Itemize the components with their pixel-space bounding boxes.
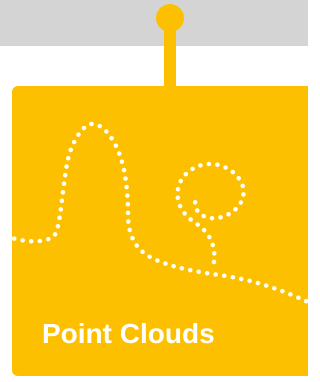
- point-clouds-card[interactable]: Point Clouds: [12, 86, 308, 376]
- card-title: Point Clouds: [42, 318, 215, 349]
